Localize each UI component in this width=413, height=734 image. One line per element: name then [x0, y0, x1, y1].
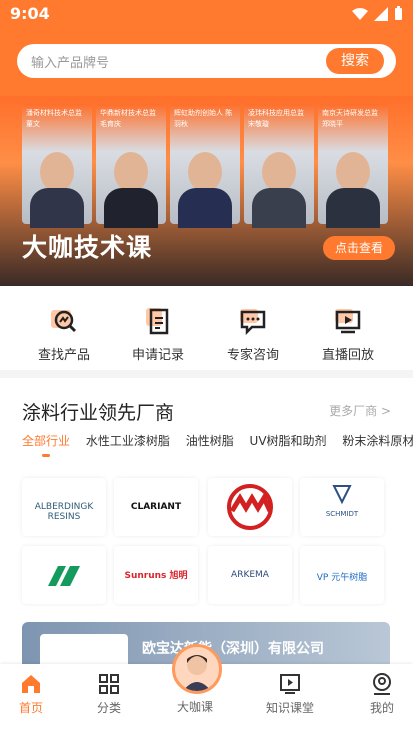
triangle-emblem-icon — [332, 485, 352, 505]
tab-oil-resin[interactable]: 油性树脂 — [186, 434, 234, 448]
speaker-card: 凌玮科技应用总监 宋敬璇 — [244, 104, 314, 228]
vendor-logo-schmidt[interactable]: SCHMIDT — [300, 478, 384, 536]
active-tab-indicator — [42, 454, 50, 457]
document-icon — [146, 308, 169, 335]
quick-action-label: 直播回放 — [321, 348, 374, 363]
quick-actions: 查找产品 申请记录 专家咨询 直播回放 — [0, 286, 413, 370]
search-button[interactable]: 搜索 — [326, 48, 384, 74]
vendor-logo-arkema[interactable]: ARKEMA — [208, 546, 292, 604]
vendor-logo-clariant[interactable]: CLARIANT — [114, 478, 198, 536]
tab-knowledge[interactable]: 知识课堂 — [255, 672, 325, 716]
vendor-logo-green[interactable] — [22, 546, 106, 604]
speaker-photo — [30, 188, 84, 228]
avatar — [183, 655, 211, 691]
speaker-card: 南京天诗研发总监 郑晓平 — [318, 104, 388, 228]
speaker-photo — [252, 188, 306, 228]
user-icon — [373, 673, 391, 695]
banner-title: 大咖技术课 — [22, 233, 153, 262]
speaker-card: 潘奇材料技术总监 董文 — [22, 104, 92, 228]
speaker-photo — [262, 152, 296, 192]
speaker-caption: 华鼎新材技术总监 毛育庆 — [100, 109, 156, 128]
chat-icon — [240, 309, 266, 336]
signal-icon — [374, 6, 388, 21]
tab-powder-coating[interactable]: 粉末涂料原材 — [342, 434, 413, 448]
speaker-photo — [104, 188, 158, 228]
speaker-photo — [336, 152, 370, 192]
view-button[interactable]: 点击查看 — [323, 236, 395, 260]
wifi-icon — [352, 7, 368, 20]
quick-action-label: 申请记录 — [131, 348, 184, 363]
quick-action-label: 查找产品 — [37, 348, 90, 363]
play-icon — [335, 309, 361, 334]
tab-expert-course-label: 大咖课 — [176, 700, 213, 714]
speaker-photo — [114, 152, 148, 192]
speaker-caption: 潘奇材料技术总监 董文 — [26, 109, 82, 128]
tab-waterborne-resin[interactable]: 水性工业漆树脂 — [86, 434, 170, 448]
quick-action-find-product[interactable]: 查找产品 — [24, 306, 104, 363]
speaker-card: 辉虹助剂创始人 陈羽秋 — [170, 104, 240, 228]
tab-uv-resin[interactable]: UV树脂和助剂 — [250, 434, 327, 448]
tab-mine[interactable]: 我的 — [347, 672, 413, 716]
speaker-photo — [326, 188, 380, 228]
search-bar[interactable]: 输入产品牌号 搜索 — [17, 44, 396, 78]
section-title: 涂料行业领先厂商 — [22, 402, 175, 424]
more-vendors-link[interactable]: 更多厂商 > — [329, 402, 391, 419]
quick-action-live-replay[interactable]: 直播回放 — [308, 306, 388, 363]
tab-category[interactable]: 分类 — [74, 672, 144, 716]
speaker-caption: 辉虹助剂创始人 陈羽秋 — [174, 109, 233, 128]
speaker-caption: 南京天诗研发总监 郑晓平 — [322, 109, 378, 128]
status-time: 9:04 — [10, 4, 50, 23]
speaker-photo — [188, 152, 222, 192]
vendor-logo-alberdingk[interactable]: ALBERDINGK RESINS — [22, 478, 106, 536]
status-bar: 9:04 — [0, 0, 413, 28]
quick-action-label: 专家咨询 — [226, 348, 279, 363]
video-icon — [280, 674, 300, 694]
vendor-logo-sunruns[interactable]: Sunruns 旭明 — [114, 546, 198, 604]
home-icon — [22, 675, 40, 693]
search-input[interactable]: 输入产品牌号 — [31, 52, 109, 71]
promo-title: 欧宝达新能（深圳）有限公司 — [142, 641, 324, 657]
speaker-caption: 凌玮科技应用总监 宋敬璇 — [248, 109, 304, 128]
grid-icon — [99, 674, 119, 694]
battery-icon — [395, 6, 402, 20]
vendors-section: 涂料行业领先厂商 更多厂商 > 全部行业 水性工业漆树脂 油性树脂 UV树脂和助… — [0, 378, 413, 678]
status-icons — [352, 6, 403, 21]
speaker-photo — [178, 188, 232, 228]
industry-tabs: 全部行业 水性工业漆树脂 油性树脂 UV树脂和助剂 粉末涂料原材 — [22, 432, 413, 449]
tab-all-industries[interactable]: 全部行业 — [22, 434, 70, 448]
expert-course-banner[interactable]: 潘奇材料技术总监 董文 华鼎新材技术总监 毛育庆 辉虹助剂创始人 陈羽秋 凌玮科… — [0, 96, 413, 286]
vendor-logo-red-emblem[interactable] — [208, 478, 292, 536]
speaker-photo — [40, 152, 74, 192]
red-emblem-icon — [227, 484, 273, 530]
speaker-card: 华鼎新材技术总监 毛育庆 — [96, 104, 166, 228]
quick-action-expert-consult[interactable]: 专家咨询 — [213, 306, 293, 363]
chart-search-icon — [51, 310, 77, 333]
green-mountain-icon — [48, 566, 80, 586]
quick-action-applications[interactable]: 申请记录 — [118, 306, 198, 363]
vendor-logo-vp[interactable]: VP 元午树脂 — [300, 546, 384, 604]
tab-expert-course[interactable] — [172, 644, 222, 694]
tab-home[interactable]: 首页 — [0, 672, 66, 716]
